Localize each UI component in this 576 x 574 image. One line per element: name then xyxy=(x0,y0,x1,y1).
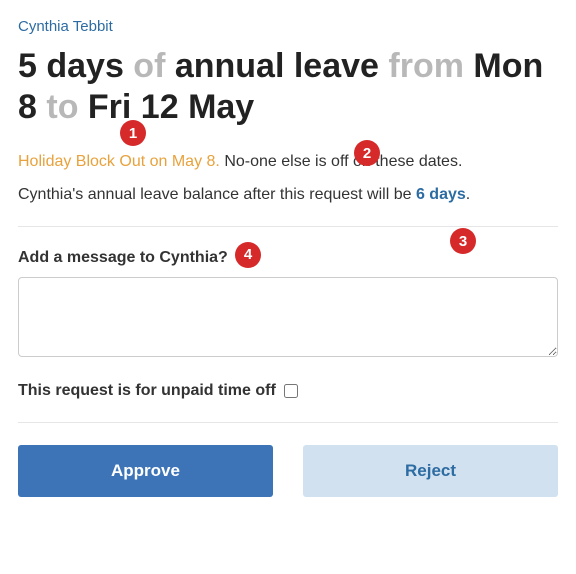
holiday-warning: Holiday Block Out on May 8. xyxy=(18,153,220,170)
balance-suffix: . xyxy=(466,186,470,203)
balance-line: Cynthia's annual leave balance after thi… xyxy=(18,186,558,204)
employee-link[interactable]: Cynthia Tebbit xyxy=(18,18,113,35)
unpaid-row: This request is for unpaid time off xyxy=(18,382,558,400)
message-textarea[interactable] xyxy=(18,277,558,357)
unpaid-checkbox[interactable] xyxy=(284,384,298,398)
title-days: 5 days xyxy=(18,47,124,85)
divider-2 xyxy=(18,422,558,423)
divider xyxy=(18,226,558,227)
message-section: Add a message to Cynthia? 4 xyxy=(18,249,558,362)
title-end: Fri 12 May xyxy=(88,88,254,126)
approve-button[interactable]: Approve xyxy=(18,445,273,497)
button-row: Approve Reject xyxy=(18,445,558,497)
title-leave-type: annual leave xyxy=(175,47,379,85)
request-title: 5 days of annual leave from Mon 8 to Fri… xyxy=(18,46,558,128)
title-from: from xyxy=(379,47,473,85)
title-of: of xyxy=(124,47,175,85)
message-label: Add a message to Cynthia? xyxy=(18,249,558,267)
title-to: to xyxy=(37,88,88,126)
reject-button[interactable]: Reject xyxy=(303,445,558,497)
unpaid-label: This request is for unpaid time off xyxy=(18,382,276,400)
balance-prefix: Cynthia's annual leave balance after thi… xyxy=(18,186,416,203)
balance-days: 6 days xyxy=(416,186,466,203)
info-line: Holiday Block Out on May 8. No-one else … xyxy=(18,150,558,174)
conflict-text: No-one else is off on these dates. xyxy=(220,153,463,170)
